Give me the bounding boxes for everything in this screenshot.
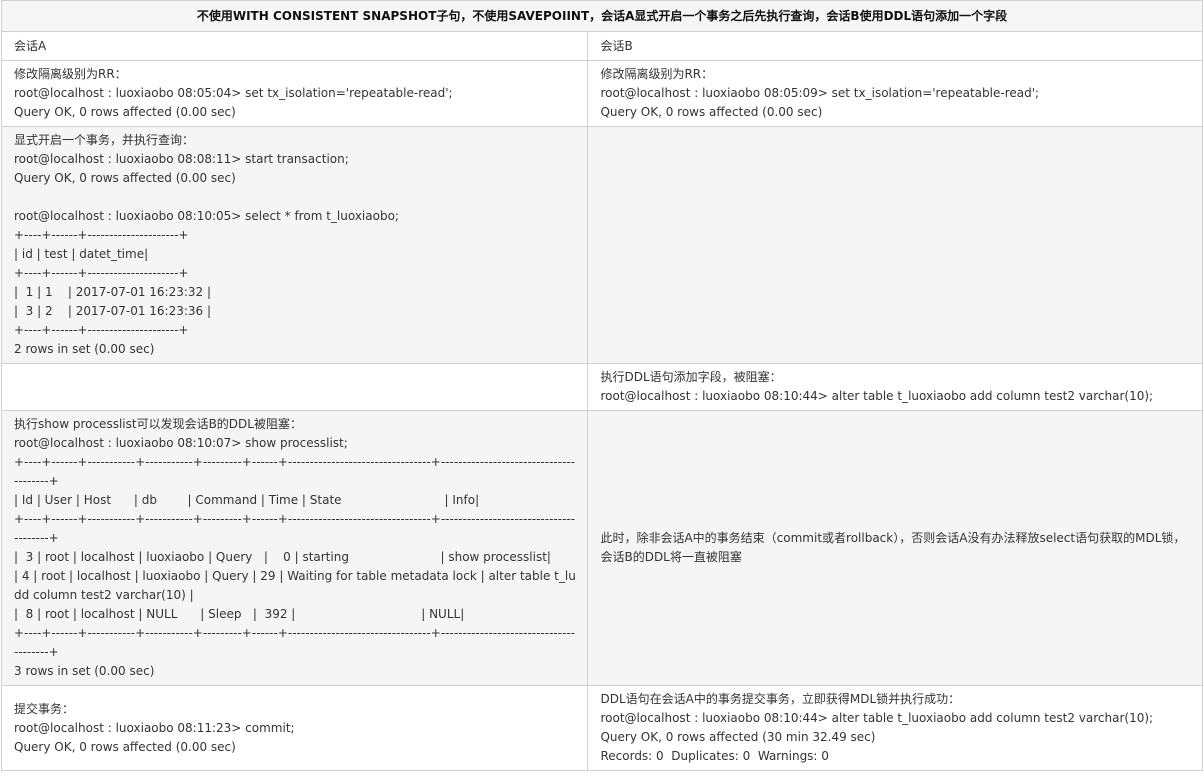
cell-line: root@localhost : luoxiaobo 08:10:07> sho… xyxy=(14,436,348,450)
column-header-session-b: 会话B xyxy=(587,31,1203,61)
comparison-table: 不使用WITH CONSISTENT SNAPSHOT子句，不使用SAVEPOI… xyxy=(0,0,1203,771)
session-a-cell: 提交事务： root@localhost : luoxiaobo 08:11:2… xyxy=(0,685,589,771)
cell-line: 提交事务： xyxy=(14,701,75,716)
cell-line: Query OK, 0 rows affected (0.00 sec) xyxy=(14,171,236,185)
cell-line: 修改隔离级别为RR： xyxy=(600,67,714,81)
cell-line: --------+ xyxy=(14,645,59,659)
session-b-cell: 修改隔离级别为RR： root@localhost : luoxiaobo 08… xyxy=(587,60,1203,127)
cell-line: 2 rows in set (0.00 sec) xyxy=(14,342,155,356)
cell-line: 3 rows in set (0.00 sec) xyxy=(14,664,155,678)
cell-line: root@localhost : luoxiaobo 08:10:05> sel… xyxy=(14,209,399,223)
session-b-cell: 执行DDL语句添加字段，被阻塞： root@localhost : luoxia… xyxy=(587,363,1203,411)
cell-line: Query OK, 0 rows affected (30 min 32.49 … xyxy=(600,730,876,744)
cell-line: +----+------+---------------------+ xyxy=(14,266,189,280)
cell-line: | 1 | 1 | 2017-07-01 16:23:32 | xyxy=(14,285,212,299)
cell-line: +----+------+-----------+-----------+---… xyxy=(14,512,576,526)
header-row: 会话A 会话B xyxy=(0,31,1203,61)
table-row: 修改隔离级别为RR： root@localhost : luoxiaobo 08… xyxy=(0,60,1203,127)
cell-line: +----+------+---------------------+ xyxy=(14,323,189,337)
cell-line: root@localhost : luoxiaobo 08:10:44> alt… xyxy=(600,389,1154,403)
cell-line: | Id | User | Host | db | Command | Time… xyxy=(14,493,480,507)
cell-line: | 3 | 2 | 2017-07-01 16:23:36 | xyxy=(14,304,212,318)
session-b-cell xyxy=(587,126,1203,364)
cell-line: dd column test2 varchar(10) | xyxy=(14,588,194,602)
cell-line: --------+ xyxy=(14,531,59,545)
cell-line: | 4 | root | localhost | luoxiaobo | Que… xyxy=(14,569,576,583)
title-row: 不使用WITH CONSISTENT SNAPSHOT子句，不使用SAVEPOI… xyxy=(1,0,1203,32)
cell-line: root@localhost : luoxiaobo 08:05:09> set… xyxy=(600,86,1040,100)
session-a-cell: 修改隔离级别为RR： root@localhost : luoxiaobo 08… xyxy=(0,60,589,127)
cell-line: root@localhost : luoxiaobo 08:08:11> sta… xyxy=(14,152,349,166)
cell-line: root@localhost : luoxiaobo 08:10:44> alt… xyxy=(600,711,1154,725)
cell-line: root@localhost : luoxiaobo 08:11:23> com… xyxy=(14,720,295,735)
cell-line: 修改隔离级别为RR： xyxy=(14,67,127,81)
cell-line: 执行DDL语句添加字段，被阻塞： xyxy=(600,370,782,384)
session-a-cell: 显式开启一个事务，并执行查询： root@localhost : luoxiao… xyxy=(0,126,589,364)
table-row: 提交事务： root@localhost : luoxiaobo 08:11:2… xyxy=(0,685,1203,771)
cell-line: Query OK, 0 rows affected (0.00 sec) xyxy=(14,739,236,754)
cell-line: root@localhost : luoxiaobo 08:05:04> set… xyxy=(14,86,453,100)
table-title: 不使用WITH CONSISTENT SNAPSHOT子句，不使用SAVEPOI… xyxy=(1,0,1203,32)
cell-line: Query OK, 0 rows affected (0.00 sec) xyxy=(600,105,823,119)
cell-line: 此时，除非会话A中的事务结束（commit或者rollback），否则会话A没有… xyxy=(600,531,1186,564)
cell-line: | 3 | root | localhost | luoxiaobo | Que… xyxy=(14,550,551,564)
session-a-cell xyxy=(0,363,589,411)
session-b-cell: DDL语句在会话A中的事务提交事务，立即获得MDL锁并执行成功： root@lo… xyxy=(587,685,1203,771)
cell-line xyxy=(14,188,575,207)
cell-line: 显式开启一个事务，并执行查询： xyxy=(14,133,195,147)
cell-line: 执行show processlist可以发现会话B的DDL被阻塞： xyxy=(14,417,302,431)
table-row: 执行DDL语句添加字段，被阻塞： root@localhost : luoxia… xyxy=(0,363,1203,411)
column-header-session-a: 会话A xyxy=(0,31,589,61)
session-a-cell: 执行show processlist可以发现会话B的DDL被阻塞： root@l… xyxy=(0,410,589,686)
session-b-cell: 此时，除非会话A中的事务结束（commit或者rollback），否则会话A没有… xyxy=(587,410,1203,686)
table-row: 显式开启一个事务，并执行查询： root@localhost : luoxiao… xyxy=(0,126,1203,364)
cell-line: | id | test | datet_time| xyxy=(14,247,149,261)
cell-line: +----+------+-----------+-----------+---… xyxy=(14,626,576,640)
cell-line: Query OK, 0 rows affected (0.00 sec) xyxy=(14,105,236,119)
cell-line: --------+ xyxy=(14,474,59,488)
cell-line: +----+------+-----------+-----------+---… xyxy=(14,455,576,469)
cell-line: +----+------+---------------------+ xyxy=(14,228,189,242)
cell-line: Records: 0 Duplicates: 0 Warnings: 0 xyxy=(600,749,829,763)
cell-line: DDL语句在会话A中的事务提交事务，立即获得MDL锁并执行成功： xyxy=(600,692,961,706)
table-row: 执行show processlist可以发现会话B的DDL被阻塞： root@l… xyxy=(0,410,1203,686)
cell-line: | 8 | root | localhost | NULL | Sleep | … xyxy=(14,607,465,621)
